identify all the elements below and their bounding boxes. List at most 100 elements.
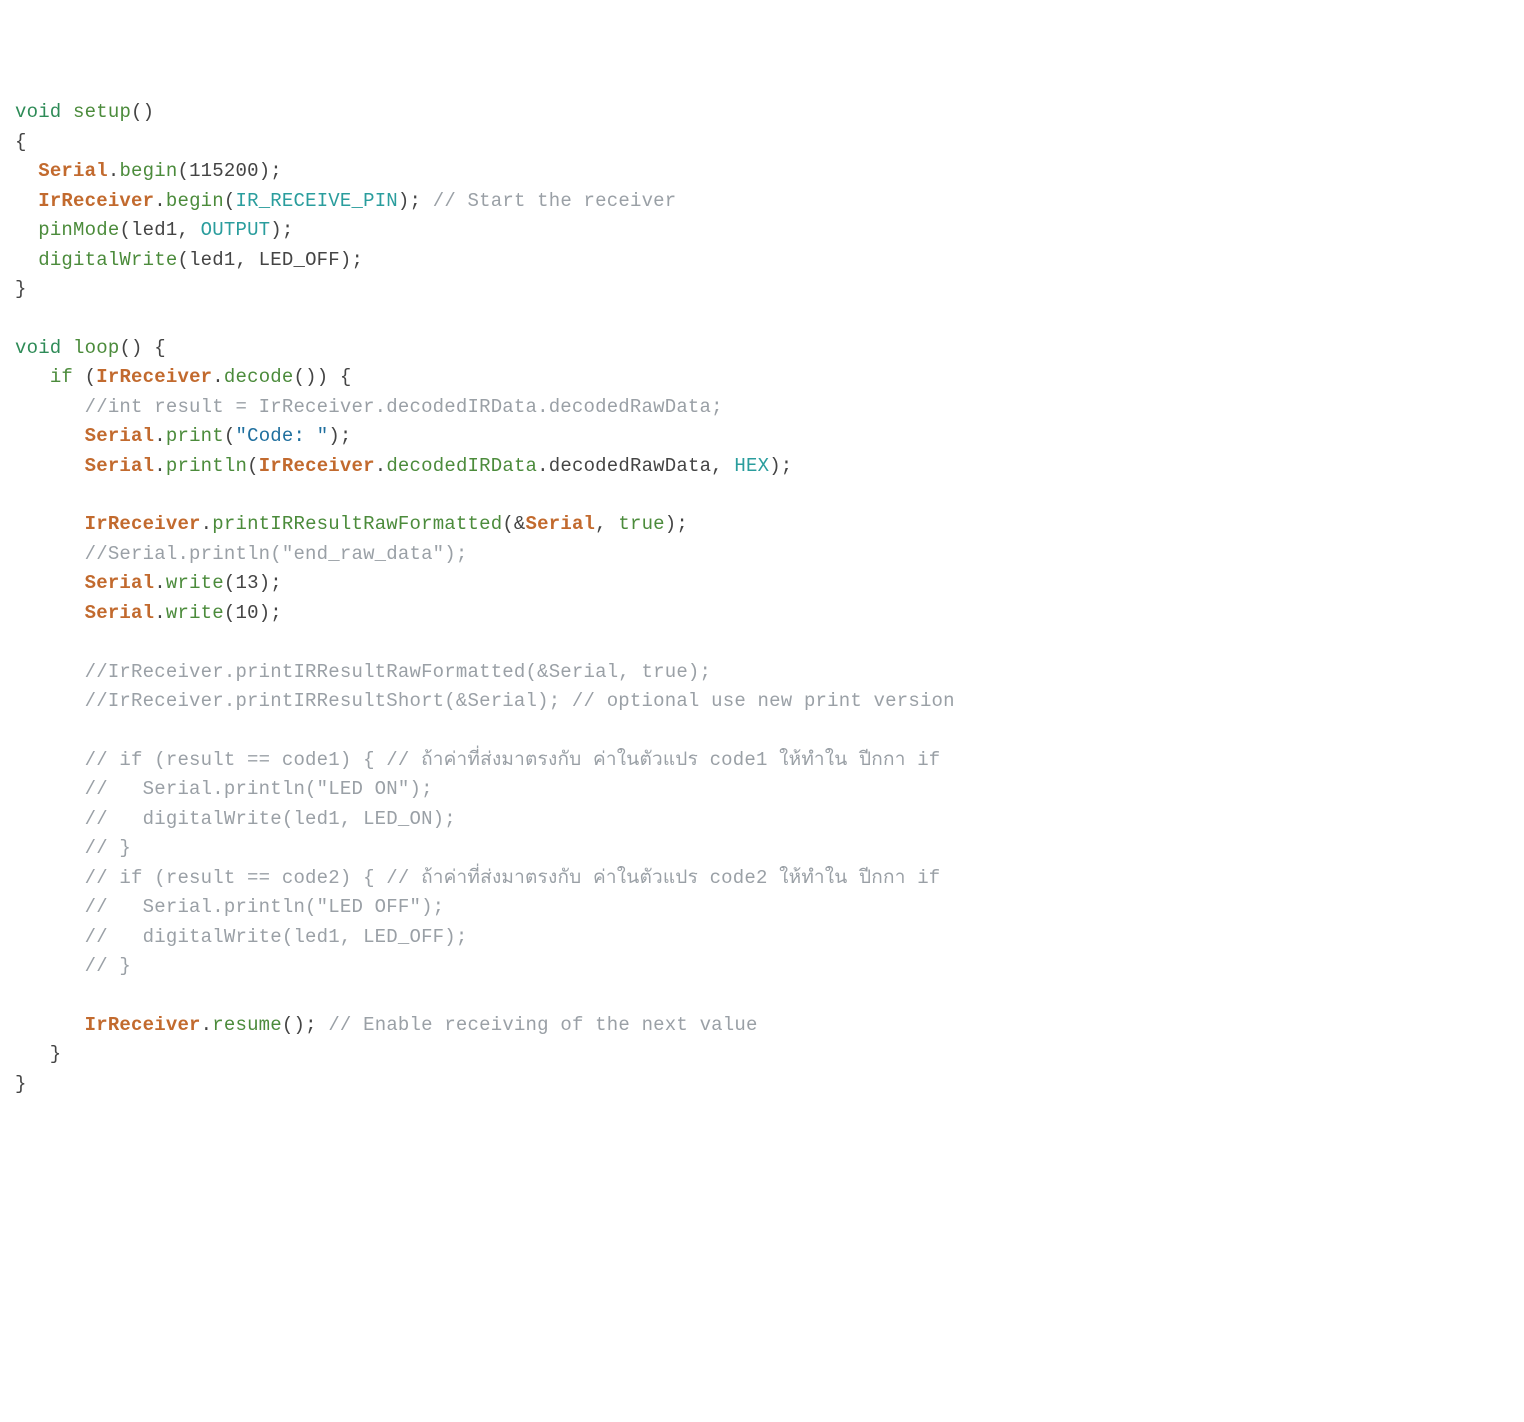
- code-token: (led1, LED_OFF);: [177, 249, 363, 271]
- code-token: Serial: [85, 425, 155, 447]
- code-token: Serial: [38, 160, 108, 182]
- code-token: (: [224, 190, 236, 212]
- code-token: Serial: [85, 572, 155, 594]
- code-token: .: [201, 513, 213, 535]
- code-token: IrReceiver: [259, 455, 375, 477]
- code-token: Serial: [85, 455, 155, 477]
- code-token: [15, 219, 38, 241]
- code-token: (: [247, 455, 259, 477]
- code-token: // }: [85, 955, 131, 977]
- code-token: IrReceiver: [38, 190, 154, 212]
- code-token: [15, 926, 85, 948]
- code-token: );: [259, 602, 282, 624]
- code-token: print: [166, 425, 224, 447]
- code-line: {: [15, 128, 1509, 157]
- code-line: [15, 981, 1509, 1010]
- code-token: [15, 366, 50, 388]
- code-line: Serial.write(10);: [15, 599, 1509, 628]
- code-line: digitalWrite(led1, LED_OFF);: [15, 246, 1509, 275]
- code-token: }: [15, 1073, 27, 1095]
- code-block: void setup(){ Serial.begin(115200); IrRe…: [15, 98, 1509, 1099]
- code-token: Serial: [526, 513, 596, 535]
- code-token: [15, 690, 85, 712]
- code-token: .: [154, 425, 166, 447]
- code-token: .: [154, 190, 166, 212]
- code-token: // Start the receiver: [433, 190, 677, 212]
- code-line: [15, 628, 1509, 657]
- code-token: Serial: [85, 602, 155, 624]
- code-token: // if (result == code2) { // ถ้าค่าที่ส่…: [85, 867, 941, 889]
- code-token: );: [769, 455, 792, 477]
- code-token: .decodedRawData,: [537, 455, 734, 477]
- code-line: // digitalWrite(led1, LED_OFF);: [15, 923, 1509, 952]
- code-token: [15, 160, 38, 182]
- code-line: // if (result == code1) { // ถ้าค่าที่ส่…: [15, 746, 1509, 775]
- code-token: [15, 661, 85, 683]
- code-line: void setup(): [15, 98, 1509, 127]
- code-line: [15, 717, 1509, 746]
- code-token: pinMode: [38, 219, 119, 241]
- code-token: setup: [73, 101, 131, 123]
- code-token: [15, 249, 38, 271]
- code-token: (: [224, 572, 236, 594]
- code-token: (&: [502, 513, 525, 535]
- code-token: ,: [595, 513, 618, 535]
- code-token: "Code: ": [235, 425, 328, 447]
- code-line: }: [15, 1040, 1509, 1069]
- code-token: }: [15, 1043, 61, 1065]
- code-token: // Serial.println("LED ON");: [85, 778, 433, 800]
- code-token: [15, 425, 85, 447]
- code-line: // Serial.println("LED ON");: [15, 775, 1509, 804]
- code-line: //Serial.println("end_raw_data");: [15, 540, 1509, 569]
- code-line: Serial.write(13);: [15, 569, 1509, 598]
- code-token: OUTPUT: [201, 219, 271, 241]
- code-token: true: [618, 513, 664, 535]
- code-line: //IrReceiver.printIRResultShort(&Serial)…: [15, 687, 1509, 716]
- code-token: [15, 837, 85, 859]
- code-token: .: [201, 1014, 213, 1036]
- code-token: (: [73, 366, 96, 388]
- code-line: }: [15, 275, 1509, 304]
- code-token: // Serial.println("LED OFF");: [85, 896, 445, 918]
- code-token: [15, 808, 85, 830]
- code-line: //IrReceiver.printIRResultRawFormatted(&…: [15, 658, 1509, 687]
- code-token: [15, 955, 85, 977]
- code-token: ();: [282, 1014, 328, 1036]
- code-token: (): [131, 101, 154, 123]
- code-token: [15, 396, 85, 418]
- code-token: [61, 337, 73, 359]
- code-token: [15, 1014, 85, 1036]
- code-token: printIRResultRawFormatted: [212, 513, 502, 535]
- code-line: Serial.println(IrReceiver.decodedIRData.…: [15, 452, 1509, 481]
- code-token: [15, 896, 85, 918]
- code-token: //IrReceiver.printIRResultShort(&Serial)…: [85, 690, 955, 712]
- code-token: (: [224, 602, 236, 624]
- code-token: );: [398, 190, 433, 212]
- code-token: .: [212, 366, 224, 388]
- code-token: IrReceiver: [85, 1014, 201, 1036]
- code-token: void: [15, 101, 61, 123]
- code-token: // }: [85, 837, 131, 859]
- code-line: // Serial.println("LED OFF");: [15, 893, 1509, 922]
- code-token: 10: [235, 602, 258, 624]
- code-token: [61, 101, 73, 123]
- code-token: // if (result == code1) { // ถ้าค่าที่ส่…: [85, 749, 941, 771]
- code-token: IrReceiver: [96, 366, 212, 388]
- code-token: digitalWrite: [38, 249, 177, 271]
- code-token: HEX: [734, 455, 769, 477]
- code-line: if (IrReceiver.decode()) {: [15, 363, 1509, 392]
- code-token: println: [166, 455, 247, 477]
- code-token: [15, 749, 85, 771]
- code-line: Serial.print("Code: ");: [15, 422, 1509, 451]
- code-line: void loop() {: [15, 334, 1509, 363]
- code-token: void: [15, 337, 61, 359]
- code-token: () {: [119, 337, 165, 359]
- code-token: .: [154, 455, 166, 477]
- code-token: );: [259, 160, 282, 182]
- code-line: [15, 304, 1509, 333]
- code-token: 115200: [189, 160, 259, 182]
- code-token: //Serial.println("end_raw_data");: [85, 543, 468, 565]
- code-token: (led1,: [119, 219, 200, 241]
- code-line: IrReceiver.begin(IR_RECEIVE_PIN); // Sta…: [15, 187, 1509, 216]
- code-token: 13: [235, 572, 258, 594]
